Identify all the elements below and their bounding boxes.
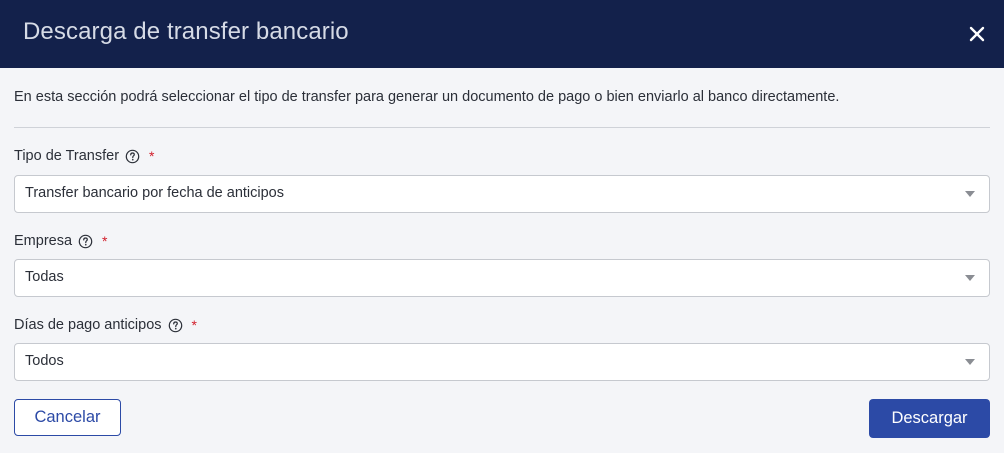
- required-asterisk: *: [191, 317, 197, 333]
- transfer-type-value: Transfer bancario por fecha de anticipos: [25, 185, 284, 201]
- transfer-download-dialog: Descarga de transfer bancario En esta se…: [0, 0, 1004, 453]
- divider: [14, 127, 990, 128]
- required-asterisk: *: [102, 233, 108, 249]
- download-button[interactable]: Descargar: [869, 399, 990, 438]
- transfer-type-select[interactable]: Transfer bancario por fecha de anticipos: [14, 175, 990, 213]
- caret-down-icon: [965, 191, 975, 197]
- payment-days-select[interactable]: Todos: [14, 343, 990, 381]
- transfer-type-label-text: Tipo de Transfer: [14, 148, 120, 164]
- payment-days-label: Días de pago anticipos *: [14, 317, 197, 333]
- caret-down-icon: [965, 359, 975, 365]
- payment-days-label-text: Días de pago anticipos: [14, 317, 162, 333]
- company-select[interactable]: Todas: [14, 259, 990, 297]
- caret-down-icon: [965, 275, 975, 281]
- dialog-header: Descarga de transfer bancario: [0, 0, 1004, 68]
- company-value: Todas: [25, 269, 64, 285]
- help-icon[interactable]: [125, 149, 140, 164]
- transfer-type-label: Tipo de Transfer *: [14, 148, 155, 164]
- company-label: Empresa *: [14, 233, 107, 249]
- help-icon[interactable]: [78, 234, 93, 249]
- cancel-button[interactable]: Cancelar: [14, 399, 121, 436]
- dialog-title: Descarga de transfer bancario: [23, 18, 349, 45]
- close-button[interactable]: [964, 21, 990, 47]
- company-label-text: Empresa: [14, 233, 73, 249]
- help-icon[interactable]: [168, 318, 183, 333]
- close-icon: [969, 26, 985, 42]
- required-asterisk: *: [149, 148, 155, 164]
- dialog-description: En esta sección podrá seleccionar el tip…: [14, 89, 840, 105]
- payment-days-value: Todos: [25, 353, 64, 369]
